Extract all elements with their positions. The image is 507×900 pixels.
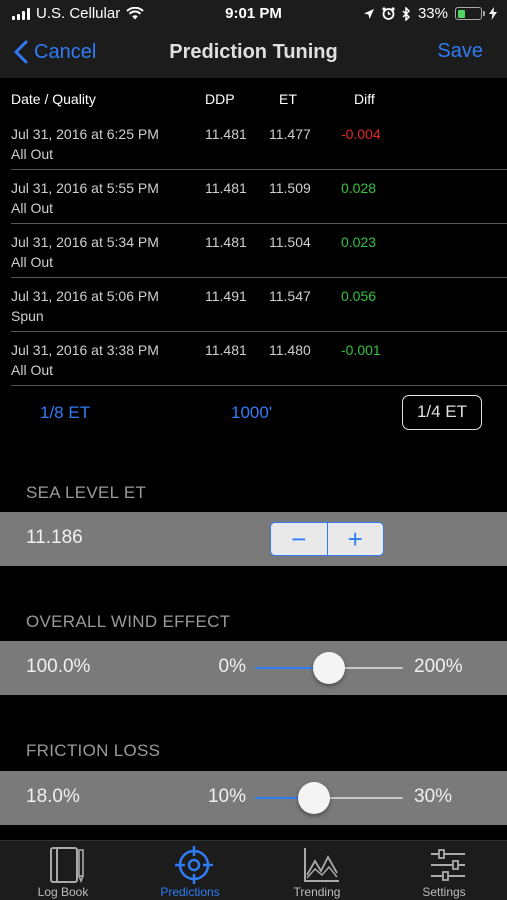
wind-effect-header: OVERALL WIND EFFECT xyxy=(26,612,231,631)
row-diff: 0.056 xyxy=(341,288,377,304)
table-row[interactable]: Jul 31, 2016 at 5:55 PM All Out 11.481 1… xyxy=(0,170,507,224)
row-quality: All Out xyxy=(11,200,54,216)
sea-level-et-header: SEA LEVEL ET xyxy=(26,483,147,502)
row-ddp: 11.491 xyxy=(205,288,247,304)
row-ddp: 11.481 xyxy=(205,180,247,196)
row-quality: Spun xyxy=(11,308,44,324)
row-diff: 0.023 xyxy=(341,234,377,250)
trend-chart-icon xyxy=(304,848,339,882)
friction-loss-panel: 18.0% 10% 30% xyxy=(0,771,507,825)
row-ddp: 11.481 xyxy=(205,234,247,250)
tab-label: Log Book xyxy=(37,885,89,899)
table-header: Date / Quality DDP ET Diff xyxy=(0,78,507,116)
row-date: Jul 31, 2016 at 6:25 PM xyxy=(11,126,159,142)
slider-thumb[interactable] xyxy=(313,652,345,684)
row-ddp: 11.481 xyxy=(205,342,247,358)
row-date: Jul 31, 2016 at 3:38 PM xyxy=(11,342,159,358)
friction-loss-header: FRICTION LOSS xyxy=(26,741,161,760)
chevron-left-icon xyxy=(14,40,28,64)
alarm-icon xyxy=(382,7,395,20)
slider-thumb[interactable] xyxy=(298,782,331,814)
decrement-button[interactable]: − xyxy=(271,523,327,555)
charging-icon xyxy=(489,7,497,20)
row-date: Jul 31, 2016 at 5:34 PM xyxy=(11,234,159,250)
friction-loss-value: 18.0% xyxy=(26,786,80,807)
row-quality: All Out xyxy=(11,146,54,162)
crosshair-icon xyxy=(175,846,213,884)
row-diff: -0.004 xyxy=(341,126,381,142)
friction-loss-min-label: 10% xyxy=(207,786,246,807)
option-eighth-et[interactable]: 1/8 ET xyxy=(40,403,90,423)
increment-button[interactable]: + xyxy=(326,523,384,555)
row-et: 11.504 xyxy=(269,234,311,250)
sea-level-et-value: 11.186 xyxy=(26,527,83,548)
tab-label: Predictions xyxy=(160,885,220,899)
nav-bar: Cancel Prediction Tuning Save xyxy=(0,28,507,78)
row-et: 11.509 xyxy=(269,180,311,196)
row-quality: All Out xyxy=(11,254,54,270)
save-button[interactable]: Save xyxy=(437,40,483,63)
sea-level-et-stepper: − + xyxy=(270,522,384,556)
distance-selector: 1/8 ET 1000' 1/4 ET xyxy=(0,386,507,438)
wind-effect-min-label: 0% xyxy=(218,656,246,677)
location-arrow-icon xyxy=(363,8,374,19)
row-quality: All Out xyxy=(11,362,54,378)
table-row[interactable]: Jul 31, 2016 at 6:25 PM All Out 11.481 1… xyxy=(0,116,507,170)
column-header-ddp: DDP xyxy=(205,91,235,107)
tab-predictions[interactable]: Predictions xyxy=(127,841,253,900)
wind-effect-panel: 100.0% 0% 200% xyxy=(0,641,507,695)
row-diff: -0.001 xyxy=(341,342,381,358)
row-et: 11.547 xyxy=(269,288,311,304)
table-row[interactable]: Jul 31, 2016 at 5:34 PM All Out 11.481 1… xyxy=(0,224,507,278)
logbook-icon xyxy=(50,847,84,884)
row-et: 11.480 xyxy=(269,342,311,358)
bluetooth-icon xyxy=(402,6,411,21)
option-quarter-et[interactable]: 1/4 ET xyxy=(402,395,482,430)
battery-icon xyxy=(455,7,485,20)
table-row[interactable]: Jul 31, 2016 at 3:38 PM All Out 11.481 1… xyxy=(0,332,507,386)
tab-settings[interactable]: Settings xyxy=(381,841,507,900)
tab-bar: Log Book Predictions Trending Settings xyxy=(0,840,507,900)
friction-loss-max-label: 30% xyxy=(414,786,453,807)
row-date: Jul 31, 2016 at 5:55 PM xyxy=(11,180,159,196)
tab-trending[interactable]: Trending xyxy=(254,841,380,900)
row-date: Jul 31, 2016 at 5:06 PM xyxy=(11,288,159,304)
friction-loss-slider[interactable] xyxy=(255,782,403,814)
cancel-label: Cancel xyxy=(34,40,97,63)
sea-level-et-panel: 11.186 − + xyxy=(0,512,507,566)
tab-label: Trending xyxy=(293,885,341,899)
wind-effect-max-label: 200% xyxy=(414,656,463,677)
cancel-button[interactable]: Cancel xyxy=(14,40,96,64)
column-header-et: ET xyxy=(279,91,297,107)
row-diff: 0.028 xyxy=(341,180,377,196)
sliders-icon xyxy=(431,849,465,881)
wind-effect-slider[interactable] xyxy=(255,652,403,684)
table-row[interactable]: Jul 31, 2016 at 5:06 PM Spun 11.491 11.5… xyxy=(0,278,507,332)
tab-log-book[interactable]: Log Book xyxy=(0,841,126,900)
tab-label: Settings xyxy=(422,885,466,899)
column-header-diff: Diff xyxy=(354,91,375,107)
status-bar: U.S. Cellular 9:01 PM 33% xyxy=(0,0,507,28)
battery-percent: 33% xyxy=(417,5,448,22)
row-ddp: 11.481 xyxy=(205,126,247,142)
row-et: 11.477 xyxy=(269,126,311,142)
wind-effect-value: 100.0% xyxy=(26,656,91,677)
option-1000-ft[interactable]: 1000' xyxy=(231,403,272,423)
column-header-date: Date / Quality xyxy=(11,91,96,107)
